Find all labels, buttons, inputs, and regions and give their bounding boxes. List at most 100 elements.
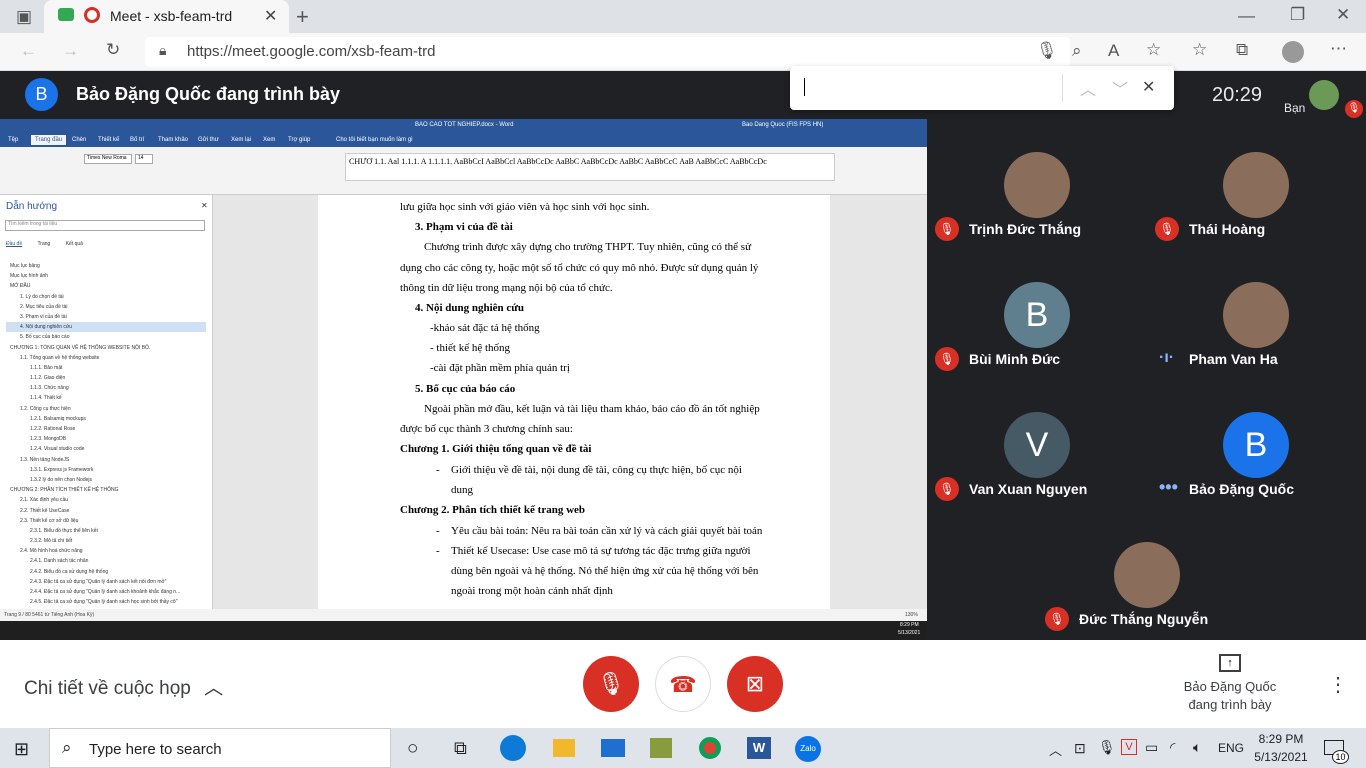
close-window-icon[interactable]: ✕	[1336, 5, 1350, 25]
nav-heading-item[interactable]: 2.3.2. Mô tả chi tiết	[6, 536, 206, 546]
back-icon[interactable]: ←	[20, 41, 37, 61]
nav-heading-item[interactable]: Mục lục hình ảnh	[6, 271, 206, 281]
word-tab-file[interactable]: Tệp	[8, 137, 18, 143]
nav-close-icon[interactable]: ✕	[201, 201, 208, 210]
nav-heading-item[interactable]: 2.4. Mô hình hoá chức năng	[6, 546, 206, 556]
file-explorer-icon[interactable]	[553, 739, 575, 757]
nav-search-input[interactable]: Tìm kiếm trong tài liệu	[5, 220, 205, 231]
nav-heading-item[interactable]: 1.2.4. Visual studio code	[6, 444, 206, 454]
nav-heading-item[interactable]: 1.1.4. Thiết kế	[6, 393, 206, 403]
word-tab-help[interactable]: Trợ giúp	[288, 137, 310, 143]
nav-heading-item[interactable]: 4. Nội dung nghiên cứu	[6, 322, 206, 333]
nav-tab-pages[interactable]: Trang	[37, 241, 50, 247]
word-tab-review[interactable]: Xem lại	[231, 137, 251, 143]
more-options-icon[interactable]: ⋯	[1330, 39, 1347, 59]
favorites-icon[interactable]: ☆	[1192, 40, 1207, 60]
nav-heading-item[interactable]: 1.1. Tổng quan về hệ thống website	[6, 353, 206, 363]
nav-heading-item[interactable]: 2.4.4. Đặc tả ca sử dụng "Quản lý danh s…	[6, 587, 206, 597]
word-tab-home[interactable]: Trang đầu	[31, 135, 67, 145]
word-app-icon[interactable]: W	[747, 737, 771, 759]
nav-heading-item[interactable]: 2. Mục tiêu của đề tài	[6, 302, 206, 312]
nav-tab-results[interactable]: Kết quả	[66, 241, 83, 247]
mail-icon[interactable]	[601, 739, 625, 757]
nav-heading-item[interactable]: 1.2. Công cụ thực hiện	[6, 404, 206, 414]
nav-heading-item[interactable]: 1. Lý do chọn đề tài	[6, 292, 206, 302]
find-next-icon[interactable]: ﹀	[1112, 76, 1128, 100]
maximize-icon[interactable]: ❐	[1290, 5, 1305, 25]
word-tab-references[interactable]: Tham khảo	[158, 137, 188, 143]
start-icon[interactable]: ⊞	[14, 739, 29, 760]
microphone-toggle-button[interactable]: 🎙︎	[583, 656, 639, 712]
taskbar-date[interactable]: 5/13/2021	[1254, 750, 1308, 764]
nav-heading-item[interactable]: 1.2.3. MongoDB	[6, 434, 206, 444]
word-zoom[interactable]: 130%	[905, 612, 918, 618]
antivirus-tray-icon[interactable]: V	[1121, 739, 1137, 755]
find-icon[interactable]: ⌕	[1072, 41, 1082, 61]
nav-heading-item[interactable]: 1.2.1. Balsamiq mockups	[6, 414, 206, 424]
word-tab-insert[interactable]: Chèn	[72, 137, 86, 143]
microphone-tray-icon[interactable]: 🎙︎	[1098, 739, 1116, 756]
font-name-box[interactable]: Times New Roma	[84, 154, 132, 164]
nav-heading-item[interactable]: 1.3.1. Express js Framework	[6, 465, 206, 475]
nav-heading-item[interactable]: 1.1.1. Bảo mật	[6, 363, 206, 373]
nav-heading-item[interactable]: 1.3. Nền tảng NodeJS	[6, 455, 206, 465]
nav-heading-item[interactable]: MỞ ĐẦU	[6, 281, 206, 291]
more-options-icon[interactable]: ⋮	[1328, 672, 1348, 697]
hidden-icons-chevron-icon[interactable]: ︿	[1049, 740, 1062, 759]
word-tab-mailings[interactable]: Gửi thư	[198, 137, 219, 143]
find-previous-icon[interactable]: ︿	[1080, 76, 1096, 100]
leave-call-button[interactable]: ☎︎	[655, 656, 711, 712]
minimize-icon[interactable]: —	[1238, 6, 1255, 26]
find-close-icon[interactable]: ✕	[1142, 77, 1155, 97]
taskbar-search-box[interactable]: ⌕ Type here to search	[49, 728, 391, 768]
browser-tab[interactable]: Meet - xsb-feam-trd ✕	[44, 0, 289, 33]
nav-heading-item[interactable]: 2.3. Thiết kế cơ sở dữ liệu	[6, 516, 206, 526]
tab-actions-icon[interactable]: ▣	[16, 7, 32, 27]
nav-heading-item[interactable]: 1.1.3. Chức năng	[6, 383, 206, 393]
word-tell-me[interactable]: Cho tôi biết bạn muốn làm gì	[336, 137, 413, 143]
read-aloud-icon[interactable]: A	[1108, 41, 1119, 61]
style-sample[interactable]: CHƯƠ 1.1. Aal 1.1.1. A 1.1.1.1. AaBbCcI …	[349, 157, 767, 166]
nav-heading-item[interactable]: 2.4.2. Biểu đồ ca sử dụng hệ thống	[6, 567, 206, 577]
volume-icon[interactable]: 🔈︎	[1193, 739, 1201, 756]
zalo-icon[interactable]: Zalo	[795, 736, 821, 762]
find-input[interactable]	[804, 78, 805, 96]
font-size-box[interactable]: 14	[135, 154, 153, 164]
word-tab-view[interactable]: Xem	[263, 137, 275, 143]
microphone-icon[interactable]: 🎙︎	[1036, 41, 1058, 61]
forward-icon[interactable]: →	[62, 41, 79, 61]
nav-heading-item[interactable]: 2.2. Thiết kế UseCase	[6, 506, 206, 516]
nav-heading-item[interactable]: 3. Phạm vi của đề tài	[6, 312, 206, 322]
snipping-tool-icon[interactable]	[650, 738, 672, 758]
nav-heading-item[interactable]: 1.1.2. Giao diện	[6, 373, 206, 383]
nav-heading-item[interactable]: Mục lục bảng	[6, 261, 206, 271]
nav-heading-item[interactable]: 2.4.3. Đặc tả ca sử dụng "Quản lý danh s…	[6, 577, 206, 587]
camera-toggle-button[interactable]: ⊠	[727, 656, 783, 712]
chrome-icon[interactable]	[699, 737, 721, 759]
document-page[interactable]: lưu giữa học sinh với giáo viên và học s…	[318, 195, 830, 609]
nav-heading-item[interactable]: 2.4.1. Danh sách tác nhân	[6, 556, 206, 566]
edge-app-icon[interactable]	[500, 735, 526, 761]
nav-heading-item[interactable]: 5. Bố cục của báo cáo	[6, 332, 206, 342]
refresh-icon[interactable]: ↻	[106, 40, 120, 60]
new-tab-icon[interactable]: +	[296, 4, 309, 30]
word-tab-layout[interactable]: Bố trí	[130, 137, 144, 143]
meeting-details-button[interactable]: Chi tiết về cuộc họp ︿	[24, 673, 223, 700]
taskbar-time[interactable]: 8:29 PM	[1256, 732, 1306, 746]
close-tab-icon[interactable]: ✕	[264, 6, 277, 26]
profile-icon[interactable]	[1282, 41, 1304, 63]
nav-tab-headings[interactable]: Đầu đề	[6, 241, 22, 247]
nav-heading-item[interactable]: 2.3.1. Biểu đồ thực thể liên kết	[6, 526, 206, 536]
collections-icon[interactable]: ⧉	[1236, 40, 1248, 60]
task-view-icon[interactable]: ⧉	[454, 738, 467, 759]
word-tab-design[interactable]: Thiết kế	[98, 137, 119, 143]
present-screen-icon[interactable]: ↑	[1219, 654, 1241, 672]
address-bar[interactable]: 🔒︎ https://meet.google.com/xsb-feam-trd	[145, 37, 1070, 67]
language-indicator[interactable]: ENG	[1218, 741, 1244, 755]
cortana-icon[interactable]: ○	[407, 738, 418, 760]
wifi-icon[interactable]: ◜	[1170, 739, 1175, 756]
nav-heading-item[interactable]: 1.2.2. Rational Rose	[6, 424, 206, 434]
nav-heading-item[interactable]: 2.1. Xác định yêu cầu	[6, 495, 206, 505]
favorite-add-icon[interactable]: ☆	[1146, 40, 1161, 60]
camera-tray-icon[interactable]: ⊡	[1074, 740, 1086, 757]
